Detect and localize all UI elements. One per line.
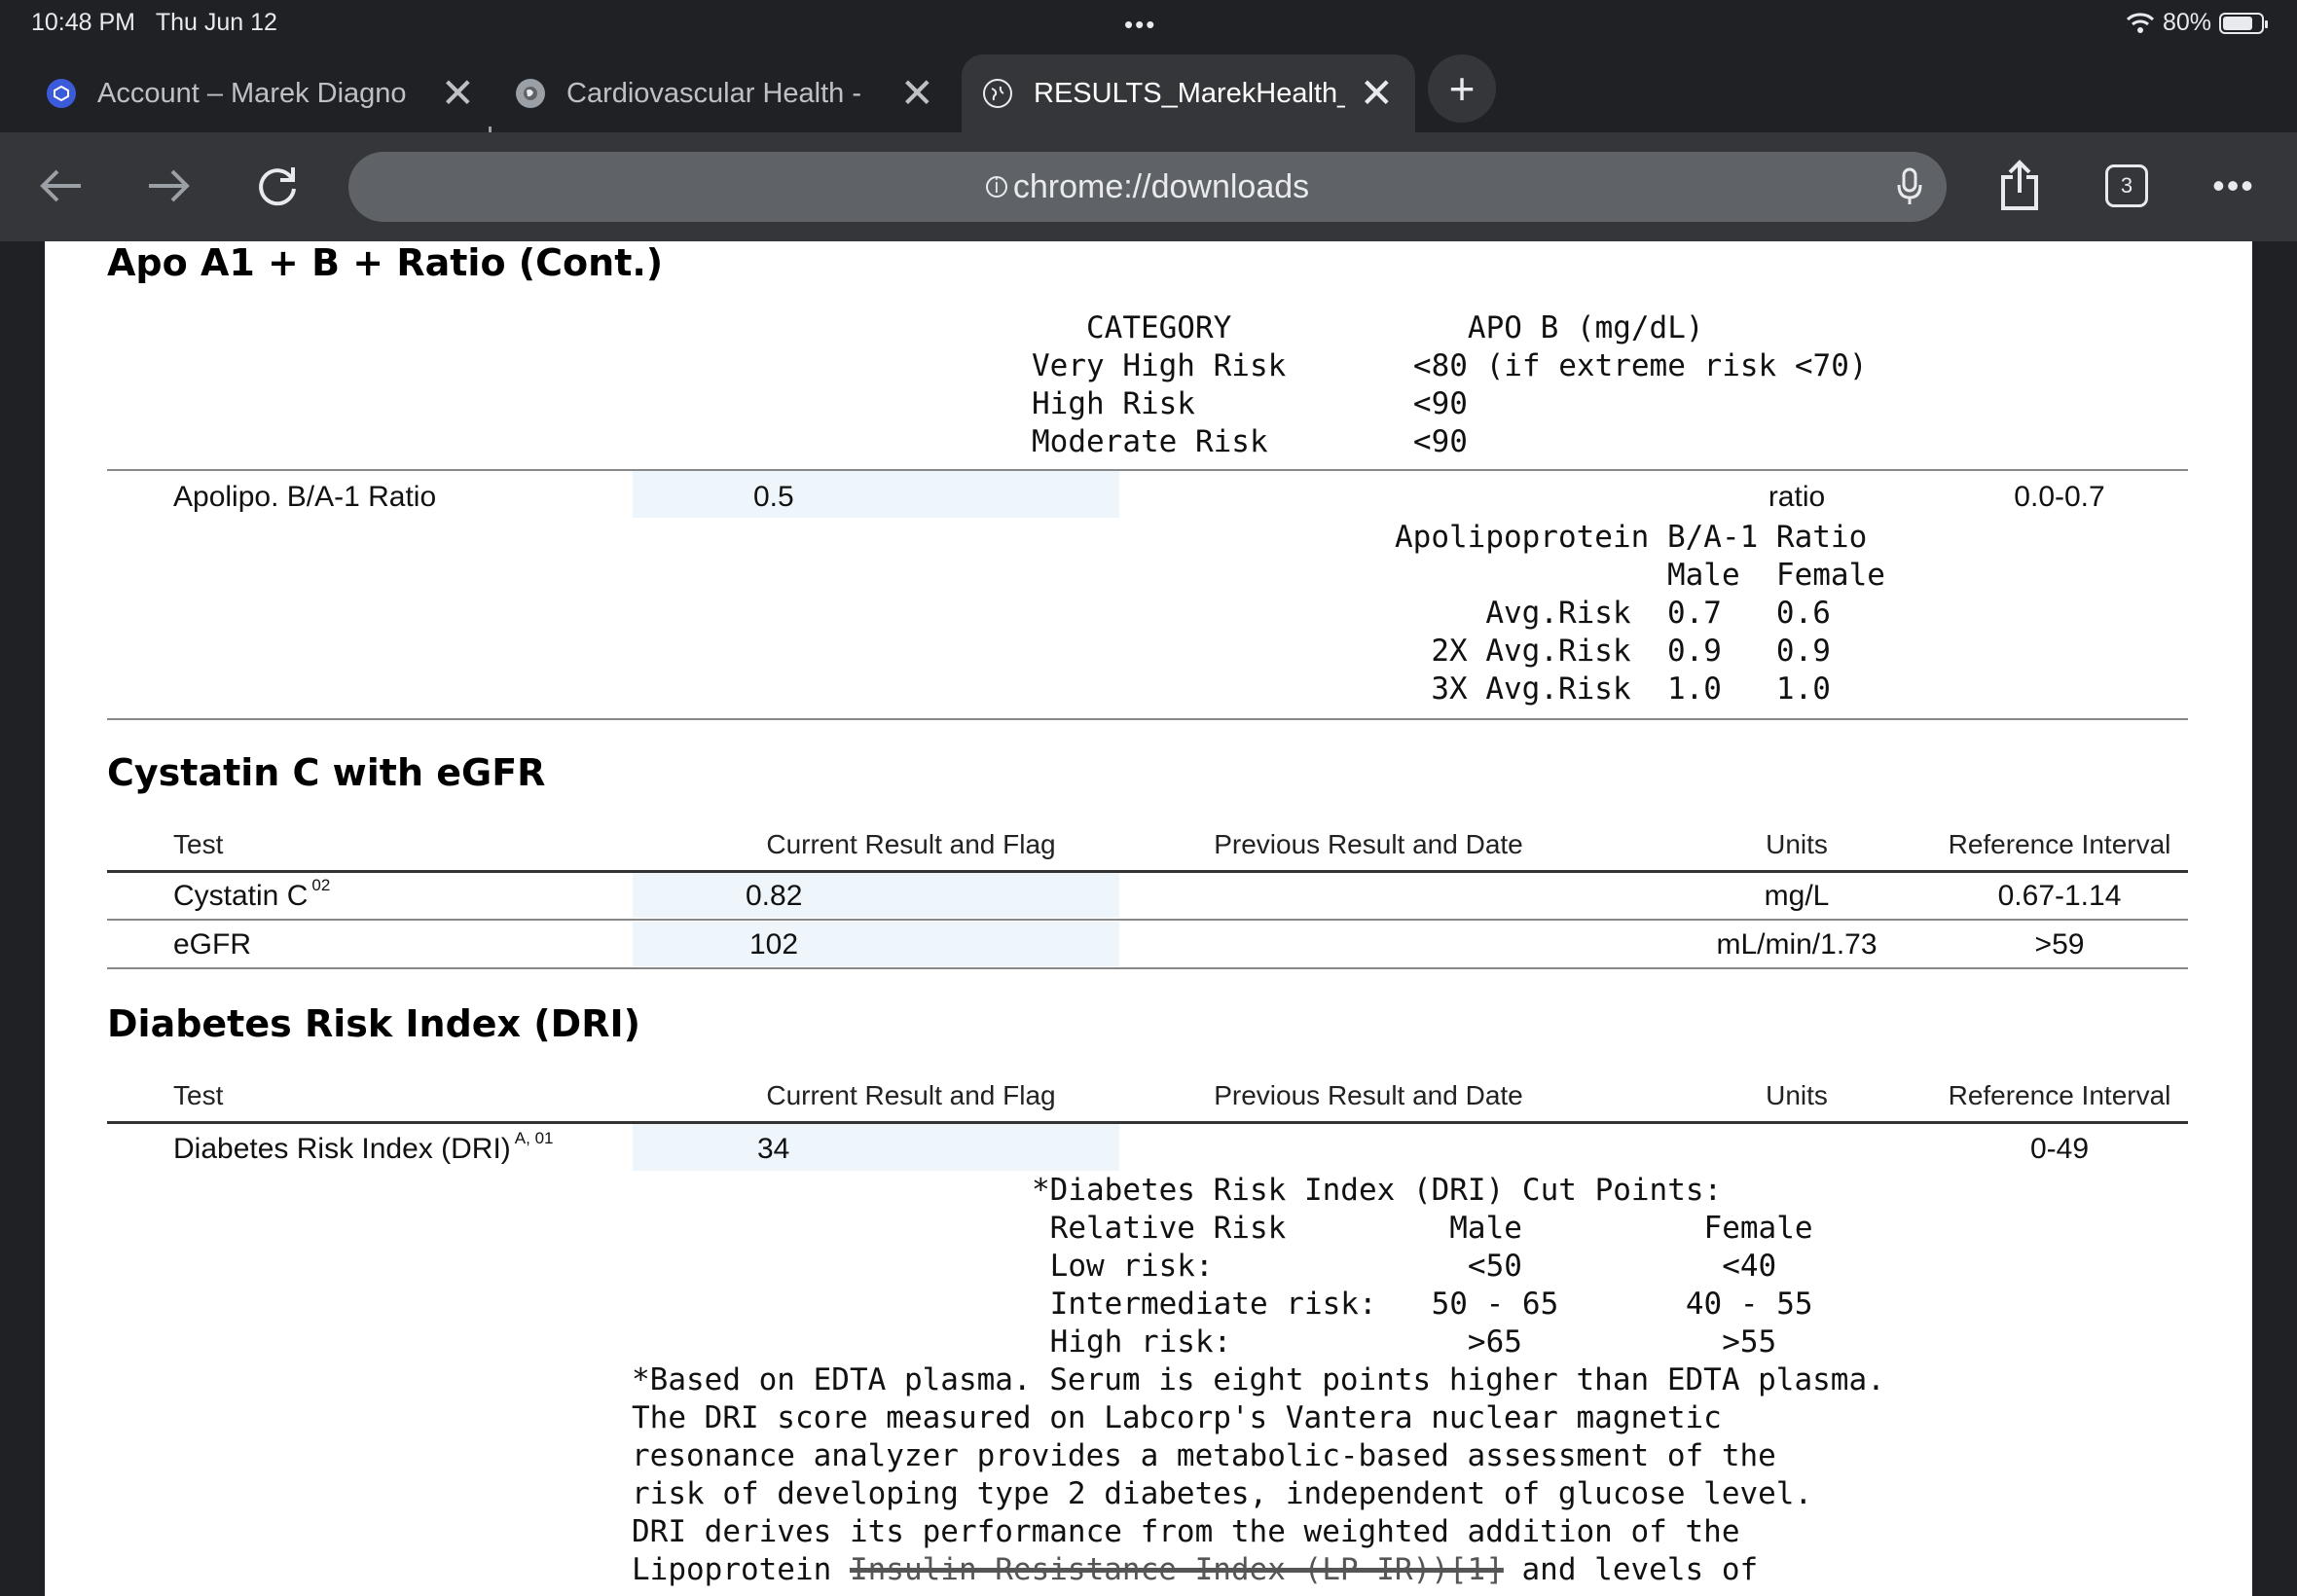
divider	[107, 870, 2188, 873]
divider	[107, 718, 2188, 720]
site-icon	[516, 79, 545, 108]
result-cell-bg	[633, 873, 1119, 918]
divider	[107, 967, 2188, 969]
tab-account[interactable]: Account – Marek Diagno ✕	[47, 54, 475, 132]
test-name: Apolipo. B/A-1 Ratio	[173, 481, 437, 513]
section-heading-cystatin: Cystatin C with eGFR	[107, 751, 546, 794]
divider	[107, 919, 2188, 921]
reference-interval: 0.67-1.14	[1997, 880, 2122, 912]
plus-icon: +	[1448, 63, 1476, 114]
current-result: 102	[749, 928, 799, 961]
tab-title: Cardiovascular Health -	[566, 77, 862, 109]
current-result: 0.82	[746, 880, 803, 912]
column-header-previous: Previous Result and Date	[1214, 829, 1523, 859]
column-header-current: Current Result and Flag	[766, 829, 1056, 859]
pdf-page: Apo A1 + B + Ratio (Cont.) CATEGORY APO …	[45, 241, 2252, 1596]
apo-b-category-table: CATEGORY APO B (mg/dL) Very High Risk <8…	[1032, 310, 1868, 459]
column-header-test: Test	[173, 1080, 224, 1110]
tab-strip: Account – Marek Diagno ✕ Cardiovascular …	[0, 51, 2297, 160]
address-bar[interactable]: i chrome://downloads	[348, 152, 1947, 222]
close-icon[interactable]: ✕	[1360, 73, 1394, 114]
result-cell-bg	[633, 922, 1119, 966]
dri-cut-points-table: *Diabetes Risk Index (DRI) Cut Points: R…	[1032, 1173, 1813, 1360]
section-heading-apo: Apo A1 + B + Ratio (Cont.)	[107, 241, 664, 284]
tab-title: Account – Marek Diagno	[97, 77, 407, 109]
column-header-current: Current Result and Flag	[766, 1080, 1056, 1110]
battery-icon	[2219, 12, 2268, 34]
tab-cardiovascular[interactable]: Cardiovascular Health - ✕	[516, 54, 934, 132]
tab-results[interactable]: RESULTS_MarekHealth_ ✕	[962, 54, 1415, 132]
result-cell-bg	[633, 1124, 1119, 1171]
column-header-reference: Reference Interval	[1948, 1080, 2171, 1110]
forward-button[interactable]	[136, 154, 201, 218]
status-right: 80%	[2126, 9, 2268, 37]
arrow-right-icon	[149, 169, 190, 202]
column-header-reference: Reference Interval	[1948, 829, 2171, 859]
dri-note: *Based on EDTA plasma. Serum is eight po…	[632, 1362, 1885, 1549]
table-row-test: Diabetes Risk Index (DRI) A, 01	[173, 1129, 554, 1165]
column-header-test: Test	[173, 829, 224, 859]
section-heading-dri: Diabetes Risk Index (DRI)	[107, 1002, 640, 1045]
microphone-icon[interactable]	[1896, 167, 1923, 206]
arrow-left-icon	[40, 169, 81, 202]
current-result: 34	[757, 1133, 790, 1165]
result-cell-bg	[633, 471, 1119, 518]
share-icon	[2001, 160, 2038, 210]
new-tab-button[interactable]: +	[1428, 54, 1496, 123]
close-icon[interactable]: ✕	[900, 73, 934, 114]
info-icon[interactable]: i	[985, 176, 1007, 198]
more-icon: •••	[2212, 165, 2255, 205]
globe-icon	[983, 79, 1012, 108]
divider	[107, 1121, 2188, 1124]
share-button[interactable]	[1987, 154, 2052, 218]
url-text: chrome://downloads	[1012, 167, 1310, 205]
reload-button[interactable]	[245, 154, 310, 218]
wifi-icon	[2126, 12, 2154, 33]
table-row-test: Cystatin C 02	[173, 876, 331, 912]
reference-interval: 0-49	[2029, 1133, 2090, 1165]
tab-title: RESULTS_MarekHealth_	[1034, 77, 1345, 109]
column-header-previous: Previous Result and Date	[1214, 1080, 1523, 1110]
back-button[interactable]	[29, 154, 93, 218]
toolbar: i chrome://downloads 3 •••	[0, 132, 2297, 241]
tab-switcher-button[interactable]: 3	[2095, 154, 2159, 218]
status-time: 10:48 PM Thu Jun 12	[31, 9, 277, 36]
current-result: 0.5	[753, 481, 794, 513]
status-bar: 10:48 PM Thu Jun 12 ••• 80%	[0, 0, 2297, 45]
marek-icon	[47, 79, 76, 108]
reload-icon	[259, 167, 296, 206]
divider	[107, 469, 2188, 471]
apo-ratio-risk-table: Apolipoprotein B/A-1 Ratio Male Female A…	[1395, 520, 1885, 707]
more-menu-button[interactable]: •••	[2202, 154, 2266, 218]
multitask-dots-icon[interactable]: •••	[1124, 10, 1156, 40]
close-icon[interactable]: ✕	[441, 73, 475, 114]
reference-interval: >59	[2034, 928, 2085, 961]
battery-percent: 80%	[2162, 9, 2211, 36]
reference-interval: 0.0-0.7	[2014, 481, 2105, 513]
tab-count: 3	[2105, 164, 2148, 207]
table-row-test: eGFR	[173, 928, 252, 961]
dri-note-last-line: Lipoprotein Insulin Resistance Index (LP…	[632, 1552, 1759, 1587]
